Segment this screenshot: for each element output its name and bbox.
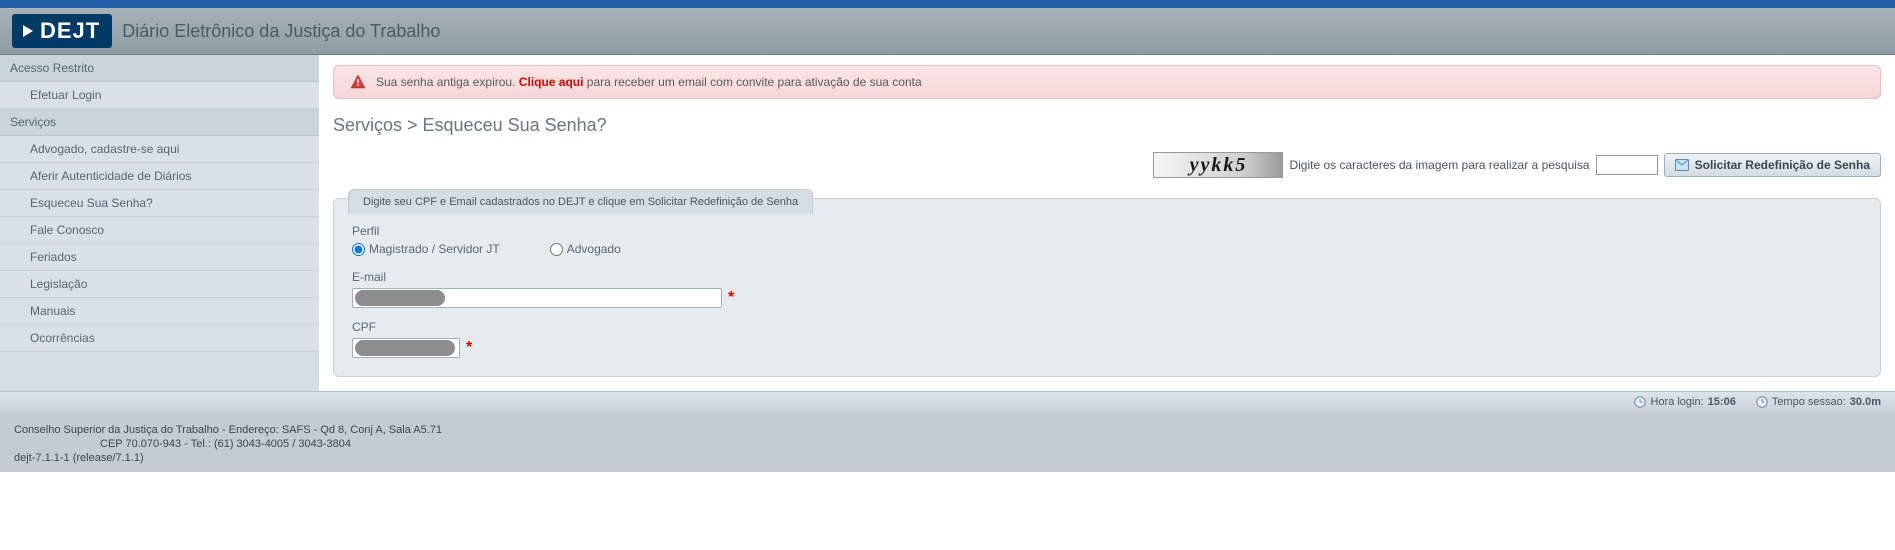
login-time-label: Hora login:	[1650, 396, 1703, 408]
email-label: E-mail	[352, 270, 1862, 284]
sidebar-section-acesso: Acesso Restrito	[0, 55, 319, 82]
footer: Conselho Superior da Justiça do Trabalho…	[0, 412, 1895, 472]
radio-advogado-input[interactable]	[550, 243, 563, 256]
sidebar-item-esqueceu-senha[interactable]: Esqueceu Sua Senha?	[0, 190, 319, 217]
header: DEJT Diário Eletrônico da Justiça do Tra…	[0, 8, 1895, 55]
play-icon	[20, 23, 36, 39]
radio-magistrado[interactable]: Magistrado / Servidor JT	[352, 242, 500, 256]
redaction-bar	[355, 340, 455, 356]
clock-icon	[1634, 396, 1646, 408]
login-time-value: 15:06	[1708, 396, 1736, 408]
breadcrumb: Serviços > Esqueceu Sua Senha?	[333, 115, 1881, 136]
session-time: Tempo sessao: 30.0m	[1756, 396, 1881, 408]
alert-link[interactable]: Clique aqui	[519, 75, 584, 89]
sidebar-section-servicos: Serviços	[0, 109, 319, 136]
captcha-image: yykk5	[1153, 152, 1283, 178]
alert-suffix: para receber um email com convite para a…	[583, 75, 921, 89]
alert-expired-password: Sua senha antiga expirou. Clique aqui pa…	[333, 65, 1881, 99]
redaction-bar	[355, 290, 445, 306]
captcha-input[interactable]	[1596, 155, 1658, 175]
footer-contact: CEP 70.070-943 - Tel.: (61) 3043-4005 / …	[14, 438, 1881, 450]
captcha-row: yykk5 Digite os caracteres da imagem par…	[333, 152, 1881, 178]
sidebar-item-legislacao[interactable]: Legislação	[0, 271, 319, 298]
radio-advogado[interactable]: Advogado	[550, 242, 621, 256]
solicitar-button[interactable]: Solicitar Redefinição de Senha	[1664, 153, 1881, 177]
footer-version: dejt-7.1.1-1 (release/7.1.1)	[14, 452, 1881, 464]
radio-advogado-label: Advogado	[567, 242, 621, 256]
cpf-label: CPF	[352, 320, 1862, 334]
required-star: *	[728, 289, 734, 307]
warning-icon	[350, 74, 366, 90]
form-legend: Digite seu CPF e Email cadastrados no DE…	[348, 189, 813, 214]
sidebar-item-efetuar-login[interactable]: Efetuar Login	[0, 82, 319, 109]
email-row: *	[352, 288, 1862, 308]
form-fieldset: Digite seu CPF e Email cadastrados no DE…	[333, 198, 1881, 377]
clock-icon	[1756, 396, 1768, 408]
content-wrapper: Acesso Restrito Efetuar Login Serviços A…	[0, 55, 1895, 391]
cpf-row: *	[352, 338, 1862, 358]
alert-text: Sua senha antiga expirou. Clique aqui pa…	[376, 75, 922, 89]
logo-text: DEJT	[40, 18, 100, 44]
perfil-radio-group: Magistrado / Servidor JT Advogado	[352, 242, 1862, 256]
sidebar-item-feriados[interactable]: Feriados	[0, 244, 319, 271]
status-bar: Hora login: 15:06 Tempo sessao: 30.0m	[0, 391, 1895, 412]
session-time-label: Tempo sessao:	[1772, 396, 1846, 408]
sidebar-item-advogado-cadastre[interactable]: Advogado, cadastre-se aqui	[0, 136, 319, 163]
perfil-label: Perfil	[352, 224, 1862, 238]
required-star: *	[466, 339, 472, 357]
radio-magistrado-label: Magistrado / Servidor JT	[369, 242, 500, 256]
header-title: Diário Eletrônico da Justiça do Trabalho	[122, 21, 440, 42]
sidebar-item-manuais[interactable]: Manuais	[0, 298, 319, 325]
solicitar-button-label: Solicitar Redefinição de Senha	[1695, 158, 1870, 172]
login-time: Hora login: 15:06	[1634, 396, 1735, 408]
session-time-value: 30.0m	[1850, 396, 1881, 408]
captcha-label: Digite os caracteres da imagem para real…	[1289, 158, 1589, 172]
main-content: Sua senha antiga expirou. Clique aqui pa…	[319, 55, 1895, 391]
sidebar: Acesso Restrito Efetuar Login Serviços A…	[0, 55, 319, 391]
alert-prefix: Sua senha antiga expirou.	[376, 75, 519, 89]
sidebar-item-aferir-autenticidade[interactable]: Aferir Autenticidade de Diários	[0, 163, 319, 190]
radio-magistrado-input[interactable]	[352, 243, 365, 256]
sidebar-item-ocorrencias[interactable]: Ocorrências	[0, 325, 319, 352]
sidebar-item-fale-conosco[interactable]: Fale Conosco	[0, 217, 319, 244]
top-accent-bar	[0, 0, 1895, 8]
footer-address: Conselho Superior da Justiça do Trabalho…	[14, 424, 1881, 436]
logo[interactable]: DEJT	[12, 14, 112, 48]
envelope-icon	[1675, 159, 1689, 171]
